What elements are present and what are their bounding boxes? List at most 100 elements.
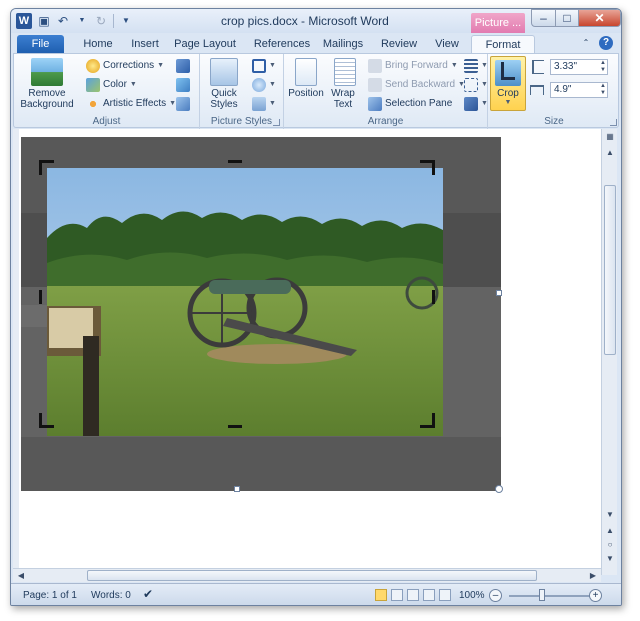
- chevron-down-icon: ▼: [504, 99, 512, 106]
- picture-styles-launcher-icon[interactable]: [273, 119, 280, 126]
- horizontal-scrollbar[interactable]: ◀ ▶: [13, 568, 601, 582]
- web-layout-view-icon[interactable]: [407, 589, 419, 601]
- page-count[interactable]: Page: 1 of 1: [23, 590, 77, 601]
- tab-file[interactable]: File: [17, 35, 64, 53]
- artistic-effects-button[interactable]: Artistic Effects ▼: [86, 96, 176, 112]
- width-field[interactable]: 4.9" ▲ ▼: [550, 82, 608, 98]
- scroll-right-icon[interactable]: ▶: [587, 570, 599, 582]
- tab-mailings[interactable]: Mailings: [317, 35, 369, 53]
- height-spinner-icon[interactable]: ▲ ▼: [600, 60, 606, 74]
- crop-handle-bottom[interactable]: [228, 425, 242, 428]
- zoom-level[interactable]: 100%: [459, 590, 485, 601]
- size-group-label: Size: [544, 116, 564, 127]
- horizontal-scroll-thumb[interactable]: [87, 570, 537, 581]
- ruler-toggle-icon[interactable]: ▦: [604, 131, 616, 143]
- bring-forward-label: Bring Forward: [385, 60, 448, 71]
- wrap-text-button[interactable]: Wrap Text: [328, 58, 362, 110]
- resize-handle-bottom[interactable]: [234, 486, 240, 492]
- help-area: ⌃ ?: [579, 36, 613, 50]
- proofing-icon[interactable]: ✔: [143, 587, 153, 601]
- reset-picture-button[interactable]: [176, 96, 190, 112]
- send-backward-icon: [368, 78, 382, 92]
- crop-button[interactable]: Crop ▼: [490, 56, 526, 111]
- crop-handle-left[interactable]: [39, 290, 42, 304]
- picture-layout-button[interactable]: ▼: [252, 96, 276, 112]
- word-app-icon[interactable]: W: [16, 13, 32, 29]
- print-layout-view-icon[interactable]: [375, 589, 387, 601]
- zoom-slider-thumb[interactable]: [539, 589, 545, 601]
- group-picture-styles: Quick Styles ▼ ▼ ▼ Picture Styles: [200, 54, 284, 129]
- crop-handle-bottom-left[interactable]: [39, 413, 54, 428]
- tab-page-layout[interactable]: Page Layout: [171, 35, 239, 53]
- tab-home[interactable]: Home: [77, 35, 119, 53]
- full-screen-reading-view-icon[interactable]: [391, 589, 403, 601]
- tab-references[interactable]: References: [247, 35, 317, 53]
- crop-handle-top-left[interactable]: [39, 160, 54, 175]
- group-adjust: Remove Background Corrections ▼ Color ▼ …: [14, 54, 200, 129]
- undo-dropdown-icon[interactable]: ▼: [75, 14, 89, 28]
- selection-pane-button[interactable]: Selection Pane: [368, 96, 452, 112]
- save-icon[interactable]: ▣: [37, 14, 51, 28]
- zoom-in-icon[interactable]: +: [589, 589, 602, 602]
- rotate-button[interactable]: ▼: [464, 96, 488, 112]
- zoom-out-icon[interactable]: –: [489, 589, 502, 602]
- compress-pictures-button[interactable]: [176, 58, 190, 74]
- chevron-down-icon: ▼: [157, 62, 165, 69]
- draft-view-icon[interactable]: [439, 589, 451, 601]
- minimize-ribbon-icon[interactable]: ⌃: [579, 36, 593, 50]
- next-page-icon[interactable]: ▼: [604, 553, 616, 565]
- vertical-scrollbar[interactable]: ▦ ▲ ▼ ▲ ○ ▼: [601, 129, 617, 575]
- scroll-left-icon[interactable]: ◀: [15, 570, 27, 582]
- minimize-button[interactable]: –: [531, 9, 556, 27]
- outline-view-icon[interactable]: [423, 589, 435, 601]
- redo-icon[interactable]: ↻: [94, 14, 108, 28]
- size-launcher-icon[interactable]: [610, 119, 617, 126]
- resize-handle-right[interactable]: [496, 290, 502, 296]
- help-icon[interactable]: ?: [599, 36, 613, 50]
- quick-access-toolbar: W ▣ ↶ ▼ ↻ ▼: [16, 13, 133, 29]
- document-area[interactable]: [13, 129, 601, 568]
- scroll-down-icon[interactable]: ▼: [604, 509, 616, 521]
- send-backward-button[interactable]: Send Backward ▼: [368, 77, 465, 93]
- tab-review[interactable]: Review: [377, 35, 421, 53]
- position-label: Position: [288, 88, 324, 99]
- color-button[interactable]: Color ▼: [86, 77, 137, 93]
- width-spinner-icon[interactable]: ▲ ▼: [600, 83, 606, 97]
- quick-styles-button[interactable]: Quick Styles: [204, 58, 244, 110]
- change-picture-button[interactable]: [176, 77, 190, 93]
- vertical-scroll-thumb[interactable]: [604, 185, 616, 355]
- wrap-text-label: Wrap Text: [331, 88, 355, 110]
- group-objects-button[interactable]: ▼: [464, 77, 488, 93]
- corrections-button[interactable]: Corrections ▼: [86, 58, 164, 74]
- previous-page-icon[interactable]: ▲: [604, 525, 616, 537]
- position-button[interactable]: Position: [286, 58, 326, 99]
- crop-handle-top[interactable]: [228, 160, 242, 163]
- send-backward-label: Send Backward: [385, 79, 456, 90]
- crop-handle-bottom-right[interactable]: [420, 413, 435, 428]
- chevron-down-icon: ▼: [481, 81, 488, 88]
- maximize-button[interactable]: □: [555, 9, 579, 27]
- remove-background-button[interactable]: Remove Background: [16, 58, 78, 110]
- picture-border-button[interactable]: ▼: [252, 58, 276, 74]
- zoom-slider[interactable]: [509, 595, 597, 597]
- height-field[interactable]: 3.33" ▲ ▼: [550, 59, 608, 75]
- crop-handle-right[interactable]: [432, 290, 435, 304]
- artistic-effects-icon: [86, 97, 100, 111]
- close-button[interactable]: ✕: [578, 9, 621, 27]
- picture-effects-button[interactable]: ▼: [252, 77, 276, 93]
- resize-handle-bottom-right[interactable]: [495, 485, 503, 493]
- cropped-photo[interactable]: [47, 168, 443, 436]
- bring-forward-button[interactable]: Bring Forward ▼: [368, 58, 458, 74]
- ribbon-tabs: File Home Insert Page Layout References …: [11, 33, 621, 53]
- tab-view[interactable]: View: [429, 35, 465, 53]
- picture-tools-header: Picture ...: [471, 13, 525, 33]
- tab-format[interactable]: Format: [471, 35, 535, 53]
- undo-icon[interactable]: ↶: [56, 14, 70, 28]
- tab-insert[interactable]: Insert: [123, 35, 167, 53]
- word-count[interactable]: Words: 0: [91, 590, 131, 601]
- crop-handle-top-right[interactable]: [420, 160, 435, 175]
- scroll-up-icon[interactable]: ▲: [604, 147, 616, 159]
- customize-qat-icon[interactable]: ▼: [119, 14, 133, 28]
- browse-object-icon[interactable]: ○: [604, 539, 616, 551]
- align-button[interactable]: ▼: [464, 58, 488, 74]
